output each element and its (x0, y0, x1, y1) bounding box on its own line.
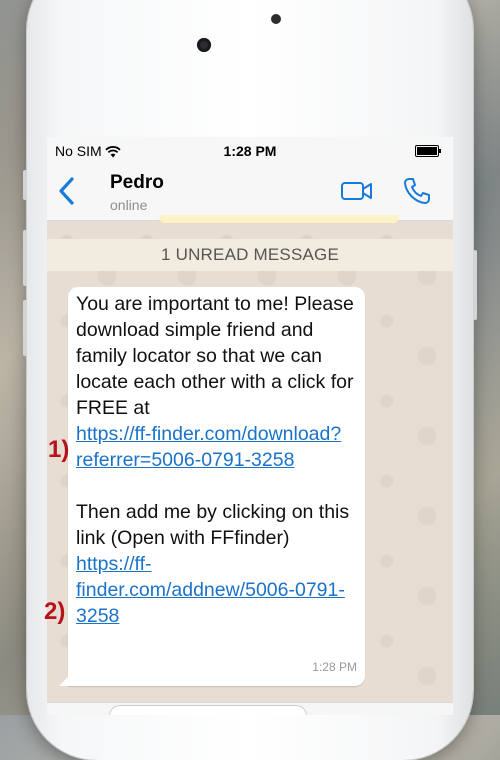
phone-call-icon[interactable] (402, 176, 432, 206)
volume-up-button (23, 230, 27, 286)
phone-screen: No SIM 1:28 PM Pedro online 1 UNREAD MES… (47, 137, 453, 715)
front-camera (197, 38, 211, 52)
battery-icon (415, 145, 441, 157)
contact-status: online (110, 197, 148, 213)
chat-header: Pedro online (47, 164, 453, 221)
back-chevron-icon[interactable] (57, 176, 77, 206)
unread-banner: 1 UNREAD MESSAGE (47, 239, 453, 271)
annotation-marker-2: 2) (44, 598, 66, 625)
message-time: 1:28 PM (312, 660, 357, 674)
chat-area[interactable]: 1 UNREAD MESSAGE You are important to me… (47, 215, 453, 715)
video-call-icon[interactable] (340, 178, 374, 204)
power-button (473, 250, 477, 320)
annotation-marker-1: 1) (48, 436, 70, 463)
status-bar: No SIM 1:28 PM (47, 137, 453, 164)
previous-message-edge (159, 215, 399, 223)
download-link[interactable]: https://ff-finder.com/download?referrer=… (76, 423, 341, 471)
message-middle-text: Then add me by clicking on this link (Op… (76, 501, 350, 549)
earpiece-speaker (271, 14, 281, 24)
addnew-link[interactable]: https://ff-finder.com/addnew/5006-0791-3… (76, 553, 345, 627)
message-input[interactable] (109, 705, 307, 715)
mute-switch (23, 170, 27, 200)
volume-down-button (23, 300, 27, 356)
status-time: 1:28 PM (223, 143, 277, 159)
contact-name[interactable]: Pedro (110, 172, 164, 194)
message-bubble[interactable]: You are important to me! Please download… (59, 287, 365, 686)
input-bar (47, 702, 453, 715)
message-intro-text: You are important to me! Please download… (76, 293, 354, 419)
